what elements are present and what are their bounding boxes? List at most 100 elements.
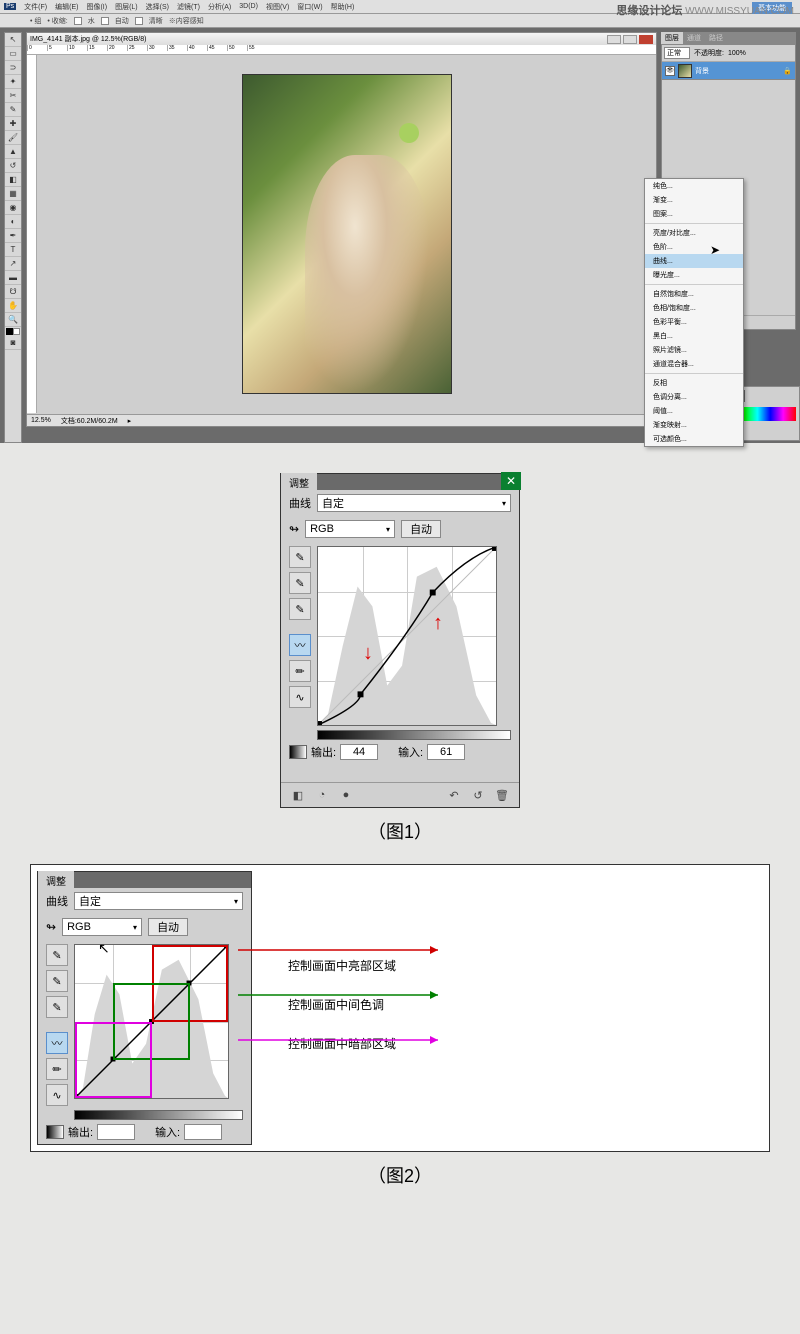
- move-tool[interactable]: ↖: [5, 33, 21, 47]
- eye-icon[interactable]: ●: [337, 787, 355, 803]
- eyedrop-black[interactable]: ✎: [289, 546, 311, 568]
- channel-select[interactable]: RGB: [305, 520, 395, 538]
- dodge-tool[interactable]: ◐: [5, 215, 21, 229]
- pencil-tool[interactable]: ✏: [289, 660, 311, 682]
- menu-colorbalance[interactable]: 色彩平衡...: [645, 315, 743, 329]
- zoom-tool[interactable]: 🔍: [5, 313, 21, 327]
- hand-tool[interactable]: ✋: [5, 299, 21, 313]
- text-tool[interactable]: T: [5, 243, 21, 257]
- quickmask-toggle[interactable]: ◙: [5, 336, 21, 350]
- tab-paths[interactable]: 路径: [705, 32, 727, 44]
- opt-feather[interactable]: • 收缩:: [47, 16, 67, 26]
- input-field[interactable]: [427, 744, 465, 760]
- hand-icon[interactable]: ↬: [289, 522, 299, 536]
- maximize-button[interactable]: [623, 35, 637, 44]
- menu-view[interactable]: 视图(V): [266, 2, 289, 12]
- path-tool[interactable]: ↗: [5, 257, 21, 271]
- reset-icon[interactable]: ↺: [469, 787, 487, 803]
- menu-file[interactable]: 文件(F): [24, 2, 47, 12]
- opt-check3[interactable]: [135, 17, 143, 25]
- input-field-2[interactable]: [184, 1124, 222, 1140]
- marquee-tool[interactable]: ▭: [5, 47, 21, 61]
- menu-analyze[interactable]: 分析(A): [208, 2, 231, 12]
- close-button[interactable]: [639, 35, 653, 44]
- menu-pattern[interactable]: 图案...: [645, 207, 743, 221]
- eyedrop-gray[interactable]: ✎: [289, 572, 311, 594]
- menu-filter[interactable]: 滤镜(T): [177, 2, 200, 12]
- menu-photofilter[interactable]: 照片滤镜...: [645, 343, 743, 357]
- opt-group[interactable]: • 组: [30, 16, 41, 26]
- opacity-value[interactable]: 100%: [728, 50, 746, 57]
- stamp-tool[interactable]: ▲: [5, 145, 21, 159]
- menu-vibrance[interactable]: 自然饱和度...: [645, 287, 743, 301]
- canvas[interactable]: [37, 55, 656, 413]
- clip-icon[interactable]: ◔: [313, 787, 331, 803]
- brush-tool[interactable]: 🖌: [5, 131, 21, 145]
- smooth-tool[interactable]: ∿: [289, 686, 311, 708]
- menu-selectivecolor[interactable]: 可选颜色...: [645, 432, 743, 446]
- curve-graph-2[interactable]: [74, 944, 229, 1099]
- pen-tool[interactable]: ✒: [5, 229, 21, 243]
- zoom-display[interactable]: 12.5%: [31, 417, 51, 424]
- panel-footer[interactable]: ◧ ◔ ● ↶ ↺ 🗑: [281, 782, 519, 807]
- eraser-tool[interactable]: ◧: [5, 173, 21, 187]
- blur-tool[interactable]: ◉: [5, 201, 21, 215]
- menu-help[interactable]: 帮助(H): [331, 2, 355, 12]
- preset-select[interactable]: 自定: [317, 494, 511, 512]
- output-field-2[interactable]: [97, 1124, 135, 1140]
- auto-button[interactable]: 自动: [401, 520, 441, 538]
- curve-side-tools[interactable]: ✎ ✎ ✎ 〰 ✏ ∿: [289, 546, 311, 726]
- panel-tab-adjust[interactable]: 调整: [281, 473, 317, 492]
- output-field[interactable]: [340, 744, 378, 760]
- curve-tool[interactable]: 〰: [289, 634, 311, 656]
- eyedropper-tool[interactable]: ✎: [5, 103, 21, 117]
- menu-3d[interactable]: 3D(D): [239, 3, 258, 10]
- eyedrop-white-2[interactable]: ✎: [46, 996, 68, 1018]
- history-brush[interactable]: ↺: [5, 159, 21, 173]
- menu-select[interactable]: 选择(S): [146, 2, 169, 12]
- lasso-tool[interactable]: ⊃: [5, 61, 21, 75]
- prev-icon[interactable]: ↶: [445, 787, 463, 803]
- panel-tab-adjust-2[interactable]: 调整: [38, 871, 74, 890]
- panel-tabs[interactable]: 图层 通道 路径: [661, 32, 796, 44]
- color-swatches[interactable]: [5, 327, 21, 336]
- menu-edit[interactable]: 编辑(E): [55, 2, 78, 12]
- menu-layer[interactable]: 图层(L): [115, 2, 138, 12]
- auto-button-2[interactable]: 自动: [148, 918, 188, 936]
- menu-posterize[interactable]: 色调分离...: [645, 390, 743, 404]
- menu-hue[interactable]: 色相/饱和度...: [645, 301, 743, 315]
- wand-tool[interactable]: ✦: [5, 75, 21, 89]
- menu-gradient[interactable]: 渐变...: [645, 193, 743, 207]
- tab-layers[interactable]: 图层: [661, 32, 683, 44]
- menu-invert[interactable]: 反相: [645, 376, 743, 390]
- menu-gradientmap[interactable]: 渐变映射...: [645, 418, 743, 432]
- close-icon[interactable]: ✕: [501, 472, 521, 490]
- menu-threshold[interactable]: 阈值...: [645, 404, 743, 418]
- menu-levels[interactable]: 色阶...: [645, 240, 743, 254]
- menu-solid[interactable]: 纯色...: [645, 179, 743, 193]
- toolbox[interactable]: ↖ ▭ ⊃ ✦ ✂ ✎ ✚ 🖌 ▲ ↺ ◧ ▦ ◉ ◐ ✒ T ↗ ▬ ☋ ✋ …: [4, 32, 22, 443]
- eyedrop-white[interactable]: ✎: [289, 598, 311, 620]
- curve-tool-2[interactable]: 〰: [46, 1032, 68, 1054]
- eyedrop-black-2[interactable]: ✎: [46, 944, 68, 966]
- preset-select-2[interactable]: 自定: [74, 892, 243, 910]
- visibility-icon[interactable]: 👁: [665, 66, 675, 76]
- channel-select-2[interactable]: RGB: [62, 918, 142, 936]
- trash-icon[interactable]: 🗑: [493, 787, 511, 803]
- 3d-tool[interactable]: ☋: [5, 285, 21, 299]
- tab-channels[interactable]: 通道: [683, 32, 705, 44]
- curve-graph-1[interactable]: ↓ ↑: [317, 546, 497, 726]
- hand-icon-2[interactable]: ↬: [46, 920, 56, 934]
- smooth-tool-2[interactable]: ∿: [46, 1084, 68, 1106]
- layer-row-bg[interactable]: 👁 背景 🔒: [662, 62, 795, 80]
- opt-check2[interactable]: [101, 17, 109, 25]
- opt-check1[interactable]: [74, 17, 82, 25]
- gradient-tool[interactable]: ▦: [5, 187, 21, 201]
- adjustment-context-menu[interactable]: 纯色... 渐变... 图案... 亮度/对比度... 色阶... 曲线... …: [644, 178, 744, 447]
- layer-icon[interactable]: ◧: [289, 787, 307, 803]
- menu-window[interactable]: 窗口(W): [297, 2, 322, 12]
- menu-channelmixer[interactable]: 通道混合器...: [645, 357, 743, 371]
- menu-image[interactable]: 图像(I): [86, 2, 107, 12]
- minimize-button[interactable]: [607, 35, 621, 44]
- menu-bw[interactable]: 黑白...: [645, 329, 743, 343]
